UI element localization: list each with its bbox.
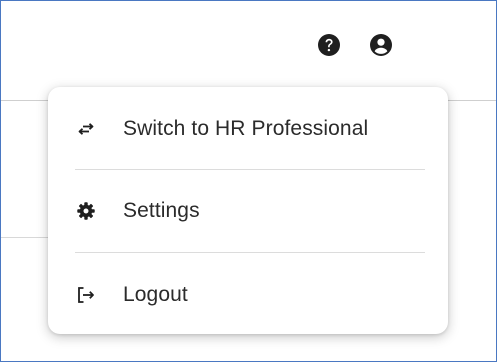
account-button[interactable] xyxy=(369,33,393,62)
settings-menu-item[interactable]: Settings xyxy=(48,184,448,238)
logout-icon xyxy=(76,285,96,305)
switch-role-menu-item[interactable]: Switch to HR Professional xyxy=(48,102,448,156)
logout-menu-item[interactable]: Logout xyxy=(48,268,448,322)
menu-divider xyxy=(75,169,425,170)
menu-divider xyxy=(75,252,425,253)
switch-role-label: Switch to HR Professional xyxy=(123,117,369,140)
swap-arrows-icon xyxy=(76,119,96,139)
app-frame: Switch to HR Professional Settings Logou… xyxy=(0,0,497,362)
account-menu: Switch to HR Professional Settings Logou… xyxy=(48,87,448,334)
logout-label: Logout xyxy=(123,283,188,306)
settings-label: Settings xyxy=(123,199,200,222)
help-button[interactable] xyxy=(317,33,341,62)
content-divider xyxy=(1,237,49,238)
help-circle-icon xyxy=(317,33,341,62)
account-circle-icon xyxy=(369,33,393,62)
gear-icon xyxy=(76,201,96,221)
